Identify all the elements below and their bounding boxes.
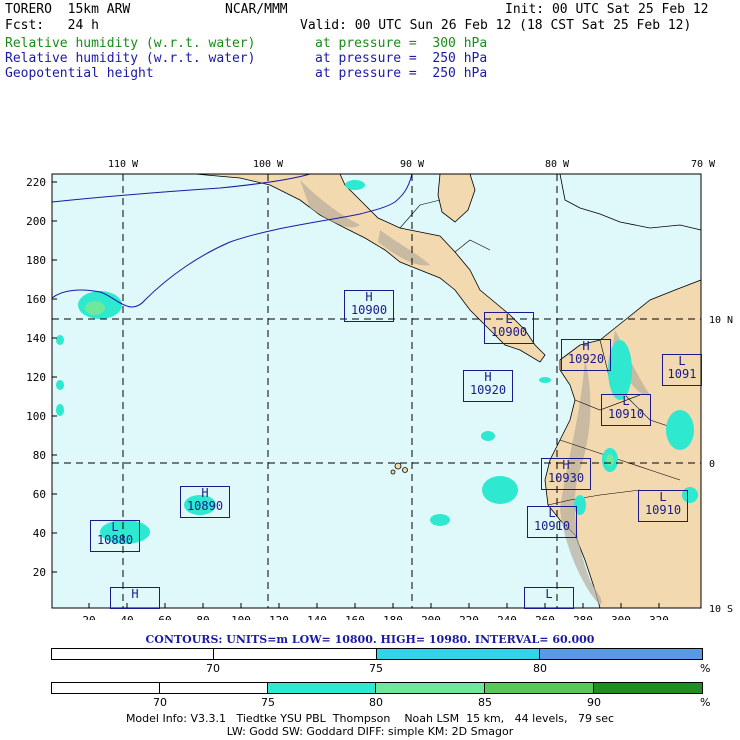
x-tick-label: 220 (459, 614, 479, 620)
x-tick-label: 260 (535, 614, 555, 620)
pressure-center-high: H 10890 (180, 486, 230, 518)
field-1-level: at pressure = 300 hPa (315, 36, 488, 51)
legend-swatch (52, 649, 214, 659)
model-info-line1: Model Info: V3.3.1 Tiedtke YSU PBL Thomp… (125, 712, 615, 725)
x-tick-label: 160 (345, 614, 365, 620)
pressure-center-low: L 10900 (484, 312, 534, 344)
x-tick-label: 120 (269, 614, 289, 620)
contours-info: CONTOURS: UNITS=m LOW= 10800. HIGH= 1098… (145, 633, 595, 646)
legend1-label: 80 (533, 662, 547, 675)
legend-swatch (52, 683, 160, 693)
y-tick-label: 120 (26, 371, 46, 384)
galapagos-island (390, 469, 396, 475)
x-tick-label: 20 (82, 614, 95, 620)
x-tick-label: 240 (497, 614, 517, 620)
legend2-label: 75 (261, 696, 275, 709)
field-3-level: at pressure = 250 hPa (315, 66, 488, 81)
y-axis-labels: 220 200 180 160 140 120 100 80 60 40 20 (26, 176, 46, 579)
pressure-center-low: L 10880 (90, 520, 140, 552)
longitude-label: 100 W (253, 159, 284, 170)
x-axis-labels: 20 40 60 80 100 120 140 160 180 200 220 … (82, 614, 669, 620)
y-tick-label: 60 (33, 488, 46, 501)
pressure-center-high: H 10900 (344, 290, 394, 322)
longitude-label: 110 W (108, 159, 139, 170)
longitude-label: 90 W (400, 159, 425, 170)
legend-swatch (485, 683, 594, 693)
pressure-center-high: H 10930 (541, 458, 591, 490)
legend-swatch (594, 683, 702, 693)
pressure-center-high: H 10920 (561, 339, 611, 371)
latitude-label: 10 S (709, 604, 733, 615)
y-tick-label: 100 (26, 410, 46, 423)
longitude-labels: 110 W 100 W 90 W 80 W 70 W (108, 159, 716, 170)
y-tick-label: 220 (26, 176, 46, 189)
y-tick-label: 20 (33, 566, 46, 579)
legend-bar-250hpa (51, 648, 703, 660)
legend1-label: % (700, 662, 711, 675)
valid-time: Valid: 00 UTC Sun 26 Feb 12 (18 CST Sat … (300, 18, 692, 33)
y-tick-label: 160 (26, 293, 46, 306)
legend-swatch (540, 649, 702, 659)
legend1-label: 75 (369, 662, 383, 675)
legend-swatch (377, 649, 540, 659)
model-info-line2: LW: Godd SW: Goddard DIFF: simple KM: 2D… (226, 725, 514, 738)
pressure-center-low: L 10910 (527, 506, 577, 538)
longitude-label: 80 W (545, 159, 570, 170)
center-name: NCAR/MMM (225, 2, 288, 17)
y-tick-label: 40 (33, 527, 46, 540)
pressure-center-high: H 10920 (463, 370, 513, 402)
legend-swatch (214, 649, 377, 659)
legend2-label: 70 (153, 696, 167, 709)
x-tick-label: 180 (383, 614, 403, 620)
pressure-center-low: L 10910 (638, 490, 688, 522)
x-tick-label: 60 (158, 614, 171, 620)
x-tick-label: 80 (196, 614, 209, 620)
forecast-hour: Fcst: 24 h (5, 18, 99, 33)
latitude-labels: 10 N 0 10 S (709, 315, 733, 615)
y-tick-label: 180 (26, 254, 46, 267)
longitude-label: 70 W (691, 159, 716, 170)
pressure-center-low: L 10910 (601, 394, 651, 426)
x-tick-label: 300 (611, 614, 631, 620)
field-2-name: Relative humidity (w.r.t. water) (5, 51, 256, 66)
field-1-name: Relative humidity (w.r.t. water) (5, 36, 256, 51)
x-tick-label: 140 (307, 614, 327, 620)
init-time: Init: 00 UTC Sat 25 Feb 12 (505, 2, 709, 17)
y-tick-label: 200 (26, 215, 46, 228)
legend-swatch (268, 683, 376, 693)
legend1-label: 70 (206, 662, 220, 675)
x-tick-label: 280 (573, 614, 593, 620)
pressure-center-low: L (524, 587, 574, 609)
x-tick-label: 200 (421, 614, 441, 620)
legend-swatch (160, 683, 268, 693)
pressure-center-high: H (110, 587, 160, 609)
galapagos-island (394, 462, 402, 470)
x-tick-label: 100 (231, 614, 251, 620)
legend2-label: 85 (478, 696, 492, 709)
legend2-label: 90 (587, 696, 601, 709)
x-tick-label: 320 (649, 614, 669, 620)
x-tick-label: 40 (120, 614, 133, 620)
pressure-center-low: L 1091 (662, 354, 702, 386)
legend2-label: 80 (369, 696, 383, 709)
latitude-label: 0 (709, 459, 715, 470)
legend2-label: % (700, 696, 711, 709)
latitude-label: 10 N (709, 315, 733, 326)
y-tick-label: 80 (33, 449, 46, 462)
model-title: TORERO 15km ARW (5, 2, 131, 17)
legend-swatch (376, 683, 485, 693)
y-tick-label: 140 (26, 332, 46, 345)
legend-bar-300hpa (51, 682, 703, 694)
galapagos-island (402, 467, 408, 473)
field-2-level: at pressure = 250 hPa (315, 51, 488, 66)
field-3-name: Geopotential height (5, 66, 154, 81)
